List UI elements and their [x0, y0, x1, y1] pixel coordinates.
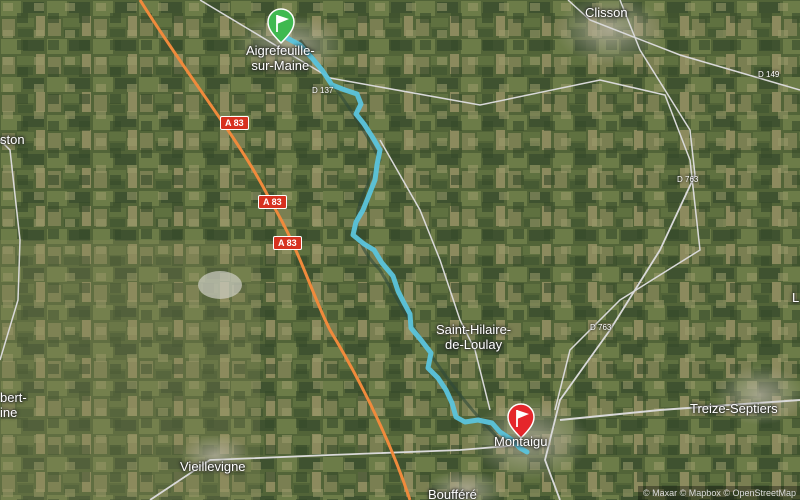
place-label-montaigu: Montaigu — [494, 434, 548, 449]
road-shield-a83: A 83 — [273, 236, 302, 250]
quarry-patch — [198, 271, 242, 299]
road-label-d763: D 763 — [677, 175, 699, 184]
road-shield-a83: A 83 — [258, 195, 287, 209]
road-label-d763: D 763 — [590, 323, 612, 332]
satellite-map[interactable]: Aigrefeuille- sur-Maine Clisson ston Sai… — [0, 0, 800, 500]
place-label-edge-l: L — [792, 290, 800, 305]
place-label-boufferé: Boufféré — [428, 487, 477, 500]
place-label-clisson: Clisson — [585, 5, 628, 20]
place-label-aigrefeuille: Aigrefeuille- sur-Maine — [246, 43, 315, 73]
place-label-vieillevigne: Vieillevigne — [180, 459, 246, 474]
road-label-d137: D 137 — [312, 86, 334, 95]
place-label-bert: bert- ine — [0, 390, 27, 420]
map-canvas[interactable] — [0, 0, 800, 500]
map-attribution[interactable]: © Maxar © Mapbox © OpenStreetMap — [638, 486, 800, 500]
road-label-d149: D 149 — [758, 70, 780, 79]
road-shield-a83: A 83 — [220, 116, 249, 130]
place-label-saint-hilaire: Saint-Hilaire- de-Loulay — [436, 322, 512, 352]
place-label-ston: ston — [0, 132, 25, 147]
place-label-treize-septiers: Treize-Septiers — [690, 401, 778, 416]
